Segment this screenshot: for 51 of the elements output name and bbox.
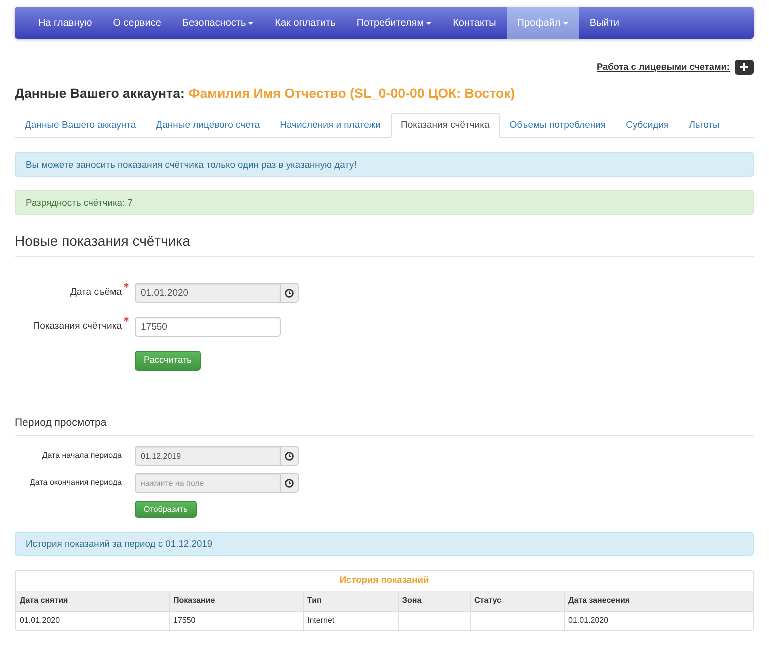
- date-field[interactable]: 01.01.2020: [135, 283, 281, 303]
- clock-icon: [285, 452, 294, 460]
- field-label: Показания счётчика: [33, 320, 122, 334]
- table-cell: 01.01.2020: [568, 616, 609, 625]
- tab[interactable]: Льготы: [679, 113, 730, 138]
- nav-link[interactable]: О сервисе: [102, 7, 172, 39]
- add-button[interactable]: [735, 60, 754, 75]
- show-button[interactable]: Отобразить: [135, 501, 197, 518]
- nav-link[interactable]: На главную: [28, 7, 103, 39]
- info-alert: История показаний за период с 01.12.2019: [15, 532, 754, 556]
- tab[interactable]: Данные Вашего аккаунта: [15, 113, 146, 138]
- nav-link[interactable]: Как оплатить: [264, 7, 346, 39]
- column-header: Дата занесения: [568, 596, 630, 605]
- tab[interactable]: Данные лицевого счета: [146, 113, 270, 138]
- clock-button[interactable]: [281, 446, 299, 466]
- clock-icon: [285, 288, 294, 298]
- column-header: Показание: [174, 596, 216, 605]
- nav-link[interactable]: Потребителям: [346, 7, 443, 39]
- column-header: Статус: [474, 596, 502, 605]
- success-alert: Разрядность счётчика: 7: [15, 190, 754, 215]
- calculate-button[interactable]: Рассчитать: [135, 351, 201, 371]
- column-header: Дата снятия: [20, 596, 68, 605]
- nav-link[interactable]: Контакты: [442, 7, 507, 39]
- field-label: Дата окончания периода: [30, 477, 122, 489]
- plus-icon: [740, 63, 749, 72]
- date-field[interactable]: нажмите на поле: [135, 473, 281, 493]
- field-label: Дата съёма: [70, 286, 122, 300]
- nav-link[interactable]: Выйти: [579, 7, 630, 39]
- nav-link[interactable]: Безопасность: [172, 7, 265, 39]
- input-field[interactable]: 17550: [135, 317, 281, 337]
- column-header: Тип: [308, 596, 322, 605]
- accounts-link[interactable]: Работа с лицевыми счетами:: [596, 60, 730, 74]
- date-field[interactable]: 01.12.2019: [135, 446, 281, 466]
- info-alert: Вы можете заносить показания счётчика только один раз в указанную дату!: [15, 152, 754, 177]
- field-label: Дата начала периода: [42, 450, 122, 462]
- table-cell: Internet: [308, 616, 335, 625]
- tab[interactable]: Показания счётчика: [391, 113, 500, 138]
- clock-button[interactable]: [281, 283, 299, 303]
- account-name: Фамилия Имя Отчество (SL_0-00-00 ЦОК: Восток): [188, 86, 516, 102]
- clock-button[interactable]: [281, 473, 299, 493]
- section-title: Новые показания счётчика: [15, 232, 190, 250]
- column-header: Зона: [402, 596, 422, 605]
- clock-icon: [285, 478, 294, 488]
- table-cell: 17550: [174, 616, 196, 625]
- table-cell: 01.01.2020: [20, 616, 60, 625]
- page-heading: Данные Вашего аккаунта:: [15, 86, 185, 102]
- section-title: Период просмотра: [15, 416, 107, 430]
- tab[interactable]: Объемы потребления: [500, 113, 616, 138]
- tab[interactable]: Начисления и платежи: [270, 113, 391, 138]
- tab[interactable]: Субсидия: [616, 113, 680, 138]
- table-title: История показаний: [340, 574, 430, 588]
